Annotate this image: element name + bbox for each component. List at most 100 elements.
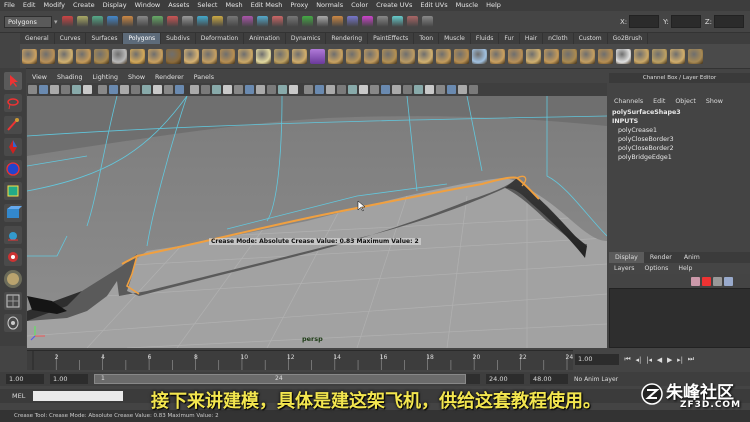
- menu-normals[interactable]: Normals: [312, 0, 347, 11]
- layer-list[interactable]: [609, 288, 750, 348]
- shelf-tool-icon[interactable]: [417, 48, 433, 64]
- status-tool-icon[interactable]: [151, 16, 163, 27]
- viewport-menu-shading[interactable]: Shading: [52, 73, 88, 83]
- shelf-tool-icon[interactable]: [255, 48, 271, 64]
- viewport-tool-icon[interactable]: [245, 85, 254, 94]
- menu-display[interactable]: Display: [99, 0, 131, 11]
- shelf-tab-subdivs[interactable]: Subdivs: [161, 33, 196, 44]
- shelf-tool-icon[interactable]: [129, 48, 145, 64]
- viewport-tool-icon[interactable]: [278, 85, 287, 94]
- viewport-tool-icon[interactable]: [425, 85, 434, 94]
- shelf-tool-icon[interactable]: [309, 48, 325, 64]
- shelf-tool-icon[interactable]: [435, 48, 451, 64]
- select-tool-icon[interactable]: [4, 72, 22, 90]
- menu-select[interactable]: Select: [193, 0, 221, 11]
- shelf-tool-icon[interactable]: [237, 48, 253, 64]
- lasso-tool-icon[interactable]: [4, 94, 22, 112]
- shape-name[interactable]: polySurfaceShape3: [609, 108, 750, 117]
- last-tool-icon[interactable]: [4, 270, 22, 288]
- viewport-tool-icon[interactable]: [201, 85, 210, 94]
- timeline[interactable]: 2 4 6 8 10 12 14 16 18 20 22 24: [27, 350, 573, 370]
- menu-modify[interactable]: Modify: [39, 0, 69, 11]
- shelf-tool-icon[interactable]: [471, 48, 487, 64]
- play-back-icon[interactable]: ◀: [657, 356, 662, 364]
- viewport-menu-panels[interactable]: Panels: [189, 73, 219, 83]
- go-start-icon[interactable]: ⏮: [624, 355, 630, 364]
- viewport-tool-icon[interactable]: [289, 85, 298, 94]
- input-node-polycrease1[interactable]: polyCrease1: [609, 126, 750, 135]
- viewport-tool-icon[interactable]: [175, 85, 184, 94]
- viewport-3d[interactable]: Crease Mode: Absolute Crease Value: 0.83…: [27, 96, 607, 348]
- shelf-tab-ncloth[interactable]: nCloth: [543, 33, 574, 44]
- viewport-tool-icon[interactable]: [256, 85, 265, 94]
- status-tool-icon[interactable]: [391, 16, 403, 27]
- status-tool-icon[interactable]: [91, 16, 103, 27]
- shelf-tab-rendering[interactable]: Rendering: [326, 33, 369, 44]
- status-tool-icon[interactable]: [121, 16, 133, 27]
- layer-tab-anim[interactable]: Anim: [678, 252, 706, 263]
- viewport-tool-icon[interactable]: [403, 85, 412, 94]
- menu-create-uvs[interactable]: Create UVs: [372, 0, 416, 11]
- input-node-polycloseborder3[interactable]: polyCloseBorder3: [609, 135, 750, 144]
- viewport-tool-icon[interactable]: [458, 85, 467, 94]
- shelf-tool-icon[interactable]: [381, 48, 397, 64]
- viewport-tool-icon[interactable]: [39, 85, 48, 94]
- shelf-tab-animation[interactable]: Animation: [244, 33, 286, 44]
- shelf-tab-custom[interactable]: Custom: [574, 33, 608, 44]
- channel-menu-edit[interactable]: Edit: [648, 96, 670, 107]
- status-tool-icon[interactable]: [196, 16, 208, 27]
- menu-muscle[interactable]: Muscle: [452, 0, 483, 11]
- shelf-tool-icon[interactable]: [453, 48, 469, 64]
- shelf-tool-icon[interactable]: [273, 48, 289, 64]
- shelf-tab-surfaces[interactable]: Surfaces: [86, 33, 124, 44]
- shelf-tool-icon[interactable]: [363, 48, 379, 64]
- viewport-tool-icon[interactable]: [72, 85, 81, 94]
- layer-tab-render[interactable]: Render: [644, 252, 678, 263]
- menu-mesh[interactable]: Mesh: [221, 0, 246, 11]
- menu-help[interactable]: Help: [482, 0, 505, 11]
- shelf-tool-icon[interactable]: [507, 48, 523, 64]
- shelf-tool-icon[interactable]: [75, 48, 91, 64]
- shelf-tool-icon[interactable]: [561, 48, 577, 64]
- menu-assets[interactable]: Assets: [164, 0, 193, 11]
- shelf-tab-fur[interactable]: Fur: [499, 33, 520, 44]
- viewport-tool-icon[interactable]: [469, 85, 478, 94]
- shelf-tab-toon[interactable]: Toon: [414, 33, 440, 44]
- menu-color[interactable]: Color: [347, 0, 372, 11]
- viewport-menu-view[interactable]: View: [27, 73, 52, 83]
- layer-menu-options[interactable]: Options: [639, 263, 673, 274]
- menu-file[interactable]: File: [0, 0, 19, 11]
- soft-mod-icon[interactable]: [4, 226, 22, 244]
- shelf-tab-polygons[interactable]: Polygons: [123, 33, 162, 44]
- next-key-icon[interactable]: ▸|: [677, 356, 683, 364]
- menu-edit-mesh[interactable]: Edit Mesh: [247, 0, 287, 11]
- range-end-field[interactable]: 48.00: [530, 374, 568, 384]
- status-tool-icon[interactable]: [361, 16, 373, 27]
- range-slider-handle[interactable]: 1 24: [94, 374, 466, 384]
- shelf-tool-icon[interactable]: [21, 48, 37, 64]
- viewport-tool-icon[interactable]: [164, 85, 173, 94]
- shelf-tool-icon[interactable]: [399, 48, 415, 64]
- y-field[interactable]: Y:: [663, 15, 701, 28]
- shelf-tool-icon[interactable]: [345, 48, 361, 64]
- rotate-tool-icon[interactable]: [4, 160, 22, 178]
- menu-window[interactable]: Window: [131, 0, 165, 11]
- viewport-tool-icon[interactable]: [267, 85, 276, 94]
- viewport-tool-icon[interactable]: [392, 85, 401, 94]
- mode-dropdown[interactable]: Polygons: [4, 15, 52, 28]
- status-tool-icon[interactable]: [256, 16, 268, 27]
- status-tool-icon[interactable]: [136, 16, 148, 27]
- viewport-tool-icon[interactable]: [142, 85, 151, 94]
- universal-manip-icon[interactable]: [4, 204, 22, 222]
- viewport-tool-icon[interactable]: [447, 85, 456, 94]
- go-end-icon[interactable]: ⏭: [688, 355, 694, 364]
- range-start-field[interactable]: 1.00: [6, 374, 44, 384]
- shelf-tool-icon[interactable]: [219, 48, 235, 64]
- status-tool-icon[interactable]: [271, 16, 283, 27]
- shelf-tab-go2brush[interactable]: Go2Brush: [608, 33, 649, 44]
- status-tool-icon[interactable]: [61, 16, 73, 27]
- status-tool-icon[interactable]: [76, 16, 88, 27]
- status-tool-icon[interactable]: [211, 16, 223, 27]
- shelf-tool-icon[interactable]: [489, 48, 505, 64]
- range-end-inner-field[interactable]: 24.00: [486, 374, 524, 384]
